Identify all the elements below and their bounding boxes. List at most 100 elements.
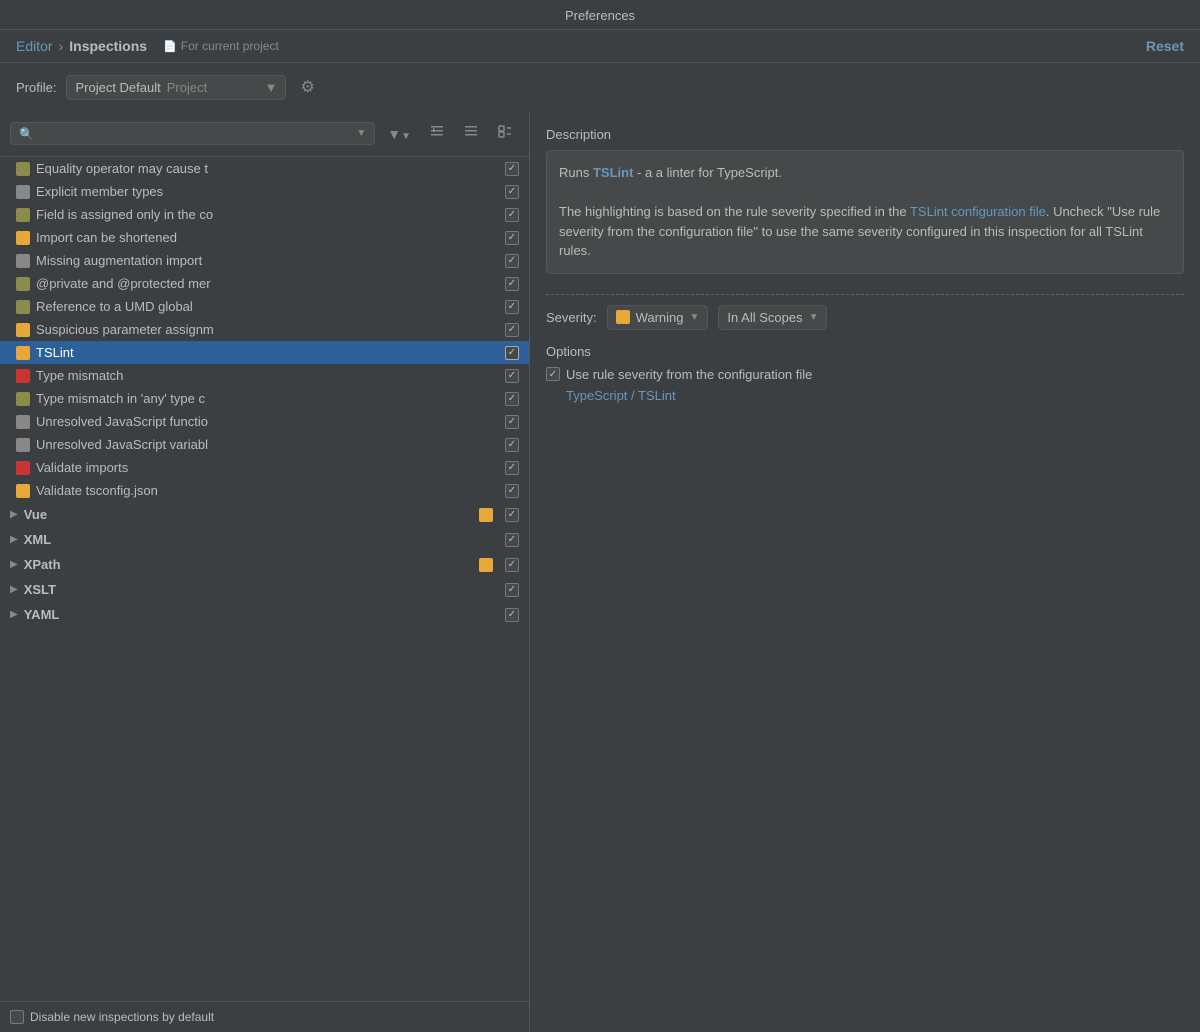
tslint-link[interactable]: TSLint bbox=[593, 165, 633, 180]
item-label: Field is assigned only in the co bbox=[36, 207, 499, 222]
reset-button[interactable]: Reset bbox=[1146, 38, 1184, 54]
divider bbox=[546, 294, 1184, 295]
group-checkbox[interactable] bbox=[505, 608, 519, 622]
expand-all-button[interactable] bbox=[423, 119, 451, 148]
search-input[interactable] bbox=[38, 126, 352, 141]
severity-indicator bbox=[16, 438, 30, 452]
profile-type: Project bbox=[167, 80, 207, 95]
severity-indicator bbox=[16, 162, 30, 176]
options-row: Use rule severity from the configuration… bbox=[546, 367, 1184, 382]
toggle-checkboxes-button[interactable] bbox=[491, 119, 519, 148]
options-label: Use rule severity from the configuration… bbox=[566, 367, 812, 382]
severity-indicator bbox=[16, 208, 30, 222]
search-dropdown-icon[interactable]: ▼ bbox=[356, 128, 366, 139]
title-bar: Preferences bbox=[0, 0, 1200, 30]
list-item[interactable]: Suspicious parameter assignm bbox=[0, 318, 529, 341]
list-item[interactable]: Equality operator may cause t bbox=[0, 157, 529, 180]
list-item[interactable]: Missing augmentation import bbox=[0, 249, 529, 272]
item-checkbox[interactable] bbox=[505, 162, 519, 176]
item-checkbox[interactable] bbox=[505, 438, 519, 452]
group-checkbox[interactable] bbox=[505, 533, 519, 547]
item-checkbox[interactable] bbox=[505, 415, 519, 429]
group-label: XML bbox=[24, 532, 499, 547]
item-checkbox[interactable] bbox=[505, 323, 519, 337]
item-checkbox[interactable] bbox=[505, 254, 519, 268]
list-item[interactable]: Field is assigned only in the co bbox=[0, 203, 529, 226]
search-icon: 🔍 bbox=[19, 127, 34, 141]
group-xml[interactable]: ▶ XML bbox=[0, 527, 529, 552]
group-checkbox[interactable] bbox=[505, 508, 519, 522]
list-item[interactable]: Validate imports bbox=[0, 456, 529, 479]
item-label: Reference to a UMD global bbox=[36, 299, 499, 314]
item-checkbox[interactable] bbox=[505, 484, 519, 498]
item-checkbox[interactable] bbox=[505, 277, 519, 291]
list-item[interactable]: @private and @protected mer bbox=[0, 272, 529, 295]
group-xslt[interactable]: ▶ XSLT bbox=[0, 577, 529, 602]
main-content: 🔍 ▼ ▼▼ Equality operator may cause t bbox=[0, 111, 1200, 1032]
expand-icon: ▶ bbox=[10, 559, 18, 570]
filter-button[interactable]: ▼▼ bbox=[381, 122, 417, 146]
gear-button[interactable]: ⚙ bbox=[296, 73, 318, 101]
item-label: @private and @protected mer bbox=[36, 276, 499, 291]
item-checkbox[interactable] bbox=[505, 208, 519, 222]
scope-dropdown[interactable]: In All Scopes ▼ bbox=[718, 305, 827, 330]
tslint-item[interactable]: TSLint bbox=[0, 341, 529, 364]
item-checkbox[interactable] bbox=[505, 346, 519, 360]
scope-icon: 📄 bbox=[163, 40, 177, 53]
editor-link[interactable]: Editor bbox=[16, 38, 53, 54]
breadcrumb-bar: Editor › Inspections 📄 For current proje… bbox=[0, 30, 1200, 63]
scope-value: In All Scopes bbox=[727, 310, 802, 325]
item-checkbox[interactable] bbox=[505, 392, 519, 406]
list-item[interactable]: Type mismatch in 'any' type c bbox=[0, 387, 529, 410]
group-severity bbox=[479, 558, 493, 572]
severity-arrow-icon: ▼ bbox=[690, 312, 700, 323]
options-title: Options bbox=[546, 344, 1184, 359]
group-label: YAML bbox=[24, 607, 499, 622]
description-title: Description bbox=[546, 127, 1184, 142]
item-checkbox[interactable] bbox=[505, 461, 519, 475]
item-checkbox[interactable] bbox=[505, 300, 519, 314]
config-link[interactable]: TSLint configuration file bbox=[910, 204, 1046, 219]
group-xpath[interactable]: ▶ XPath bbox=[0, 552, 529, 577]
list-item[interactable]: Unresolved JavaScript variabl bbox=[0, 433, 529, 456]
group-checkbox[interactable] bbox=[505, 558, 519, 572]
description-section: Description Runs TSLint - a a linter for… bbox=[546, 127, 1184, 274]
footer-checkbox[interactable] bbox=[10, 1010, 24, 1024]
severity-indicator bbox=[16, 277, 30, 291]
description-box: Runs TSLint - a a linter for TypeScript.… bbox=[546, 150, 1184, 274]
group-vue[interactable]: ▶ Vue bbox=[0, 502, 529, 527]
footer-label: Disable new inspections by default bbox=[30, 1010, 214, 1024]
group-checkbox[interactable] bbox=[505, 583, 519, 597]
scope-arrow-icon: ▼ bbox=[809, 312, 819, 323]
list-item[interactable]: Explicit member types bbox=[0, 180, 529, 203]
severity-indicator bbox=[16, 415, 30, 429]
item-checkbox[interactable] bbox=[505, 231, 519, 245]
item-label: Equality operator may cause t bbox=[36, 161, 499, 176]
severity-indicator bbox=[16, 231, 30, 245]
collapse-all-button[interactable] bbox=[457, 119, 485, 148]
breadcrumb-current: Inspections bbox=[69, 38, 147, 54]
expand-icon: ▶ bbox=[10, 584, 18, 595]
item-checkbox[interactable] bbox=[505, 185, 519, 199]
options-checkbox[interactable] bbox=[546, 367, 560, 381]
item-label: Explicit member types bbox=[36, 184, 499, 199]
list-item[interactable]: Import can be shortened bbox=[0, 226, 529, 249]
typescript-tslint-link[interactable]: TypeScript / TSLint bbox=[546, 388, 676, 403]
breadcrumb-separator: › bbox=[59, 38, 64, 54]
list-item[interactable]: Type mismatch bbox=[0, 364, 529, 387]
item-checkbox[interactable] bbox=[505, 369, 519, 383]
right-panel: Description Runs TSLint - a a linter for… bbox=[530, 111, 1200, 1032]
profile-dropdown[interactable]: Project Default Project ▼ bbox=[66, 75, 286, 100]
list-item[interactable]: Validate tsconfig.json bbox=[0, 479, 529, 502]
item-label: Validate tsconfig.json bbox=[36, 483, 499, 498]
item-label: Type mismatch in 'any' type c bbox=[36, 391, 499, 406]
search-box[interactable]: 🔍 ▼ bbox=[10, 122, 375, 145]
desc-intro: Runs bbox=[559, 165, 593, 180]
group-yaml[interactable]: ▶ YAML bbox=[0, 602, 529, 627]
list-item[interactable]: Reference to a UMD global bbox=[0, 295, 529, 318]
severity-dropdown[interactable]: Warning ▼ bbox=[607, 305, 709, 330]
severity-color-box bbox=[616, 310, 630, 324]
list-item[interactable]: Unresolved JavaScript functio bbox=[0, 410, 529, 433]
item-label: Type mismatch bbox=[36, 368, 499, 383]
desc-after-link: - a a linter for TypeScript. bbox=[633, 165, 782, 180]
